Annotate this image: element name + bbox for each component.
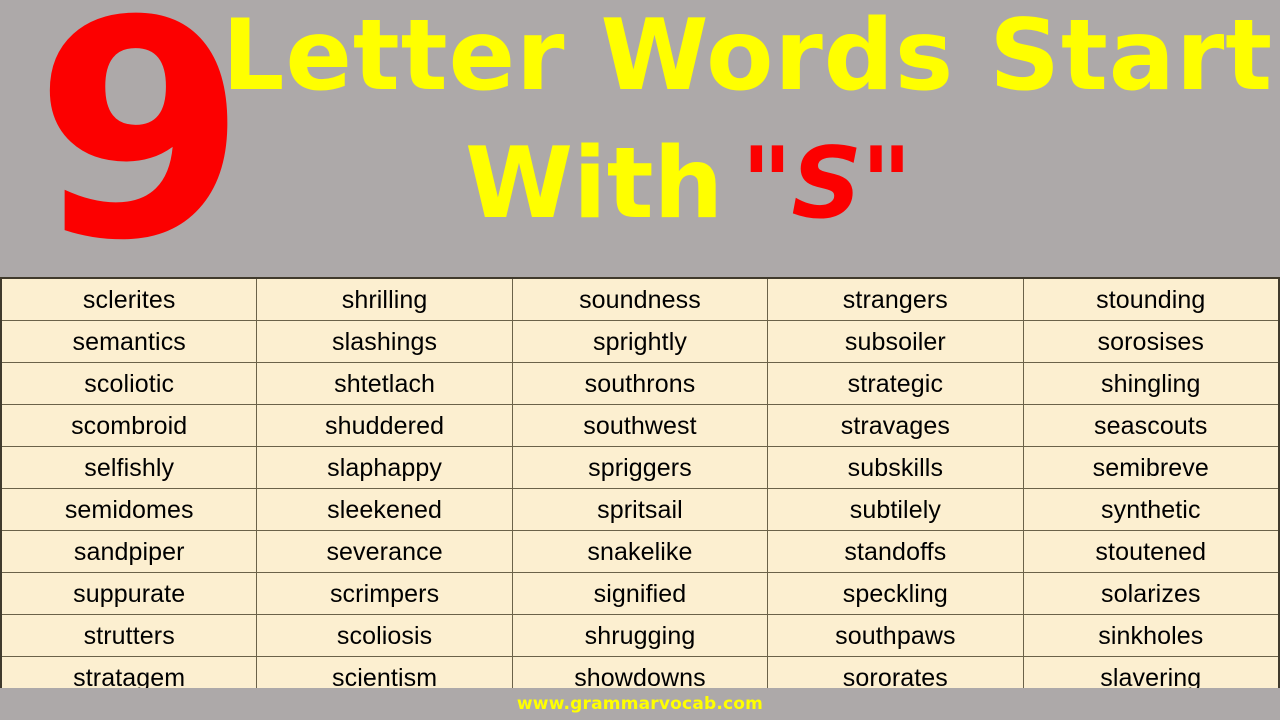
poster-header: 9 Letter Words Start With "S" [0, 0, 1280, 282]
word-cell: subtilely [767, 488, 1024, 531]
word-cell: slashings [256, 320, 513, 363]
word-table-body: sclerites shrilling soundness strangers … [0, 277, 1280, 700]
word-cell: sclerites [0, 277, 258, 321]
word-cell: shrilling [256, 277, 513, 321]
word-cell: southwest [511, 404, 769, 447]
title-block: Letter Words Start With "S" [222, 6, 1272, 234]
word-cell: scrimpers [256, 572, 513, 615]
big-number-9: 9 [34, 0, 247, 306]
word-cell: southpaws [767, 614, 1024, 657]
word-cell: shingling [1022, 362, 1280, 405]
word-cell: speckling [767, 572, 1024, 615]
word-cell: standoffs [767, 530, 1024, 573]
word-cell: semibreve [1022, 446, 1280, 489]
word-cell: soundness [511, 277, 769, 321]
word-cell: sinkholes [1022, 614, 1280, 657]
word-cell: scoliotic [0, 362, 258, 405]
word-cell: spriggers [511, 446, 769, 489]
title-line-1: Letter Words Start [222, 0, 1274, 113]
poster-footer: www.grammarvocab.com [0, 688, 1280, 720]
word-cell: synthetic [1022, 488, 1280, 531]
website-url[interactable]: www.grammarvocab.com [517, 694, 763, 714]
table-row: semidomes sleekened spritsail subtilely … [0, 488, 1280, 531]
word-cell: shrugging [511, 614, 769, 657]
word-cell: stounding [1022, 277, 1280, 321]
word-cell: selfishly [0, 446, 258, 489]
word-cell: snakelike [511, 530, 769, 573]
table-row: suppurate scrimpers signified speckling … [0, 572, 1280, 615]
word-cell: strutters [0, 614, 258, 657]
title-line-2: With "S" [465, 134, 1272, 234]
word-cell: suppurate [0, 572, 258, 615]
word-cell: shtetlach [256, 362, 513, 405]
word-cell: scombroid [0, 404, 258, 447]
word-cell: sleekened [256, 488, 513, 531]
word-cell: stravages [767, 404, 1024, 447]
table-row: strutters scoliosis shrugging southpaws … [0, 614, 1280, 657]
word-cell: sorosises [1022, 320, 1280, 363]
word-cell: strategic [767, 362, 1024, 405]
word-cell: sprightly [511, 320, 769, 363]
word-cell: subskills [767, 446, 1024, 489]
word-cell: slaphappy [256, 446, 513, 489]
word-cell: scoliosis [256, 614, 513, 657]
poster-root: 9 Letter Words Start With "S" sclerites s… [0, 0, 1280, 720]
word-cell: seascouts [1022, 404, 1280, 447]
word-cell: strangers [767, 277, 1024, 321]
word-cell: signified [511, 572, 769, 615]
word-cell: spritsail [511, 488, 769, 531]
table-row: semantics slashings sprightly subsoiler … [0, 320, 1280, 363]
word-table: sclerites shrilling soundness strangers … [0, 277, 1280, 700]
table-row: sclerites shrilling soundness strangers … [0, 277, 1280, 321]
title-line-2-prefix: With [465, 127, 724, 241]
title-line-2-quoted-letter: "S" [741, 127, 912, 241]
table-row: scoliotic shtetlach southrons strategic … [0, 362, 1280, 405]
table-row: scombroid shuddered southwest stravages … [0, 404, 1280, 447]
word-cell: stoutened [1022, 530, 1280, 573]
table-row: selfishly slaphappy spriggers subskills … [0, 446, 1280, 489]
word-cell: sandpiper [0, 530, 258, 573]
word-cell: semantics [0, 320, 258, 363]
word-cell: shuddered [256, 404, 513, 447]
table-row: sandpiper severance snakelike standoffs … [0, 530, 1280, 573]
word-cell: solarizes [1022, 572, 1280, 615]
word-cell: southrons [511, 362, 769, 405]
word-cell: subsoiler [767, 320, 1024, 363]
word-cell: severance [256, 530, 513, 573]
word-cell: semidomes [0, 488, 258, 531]
